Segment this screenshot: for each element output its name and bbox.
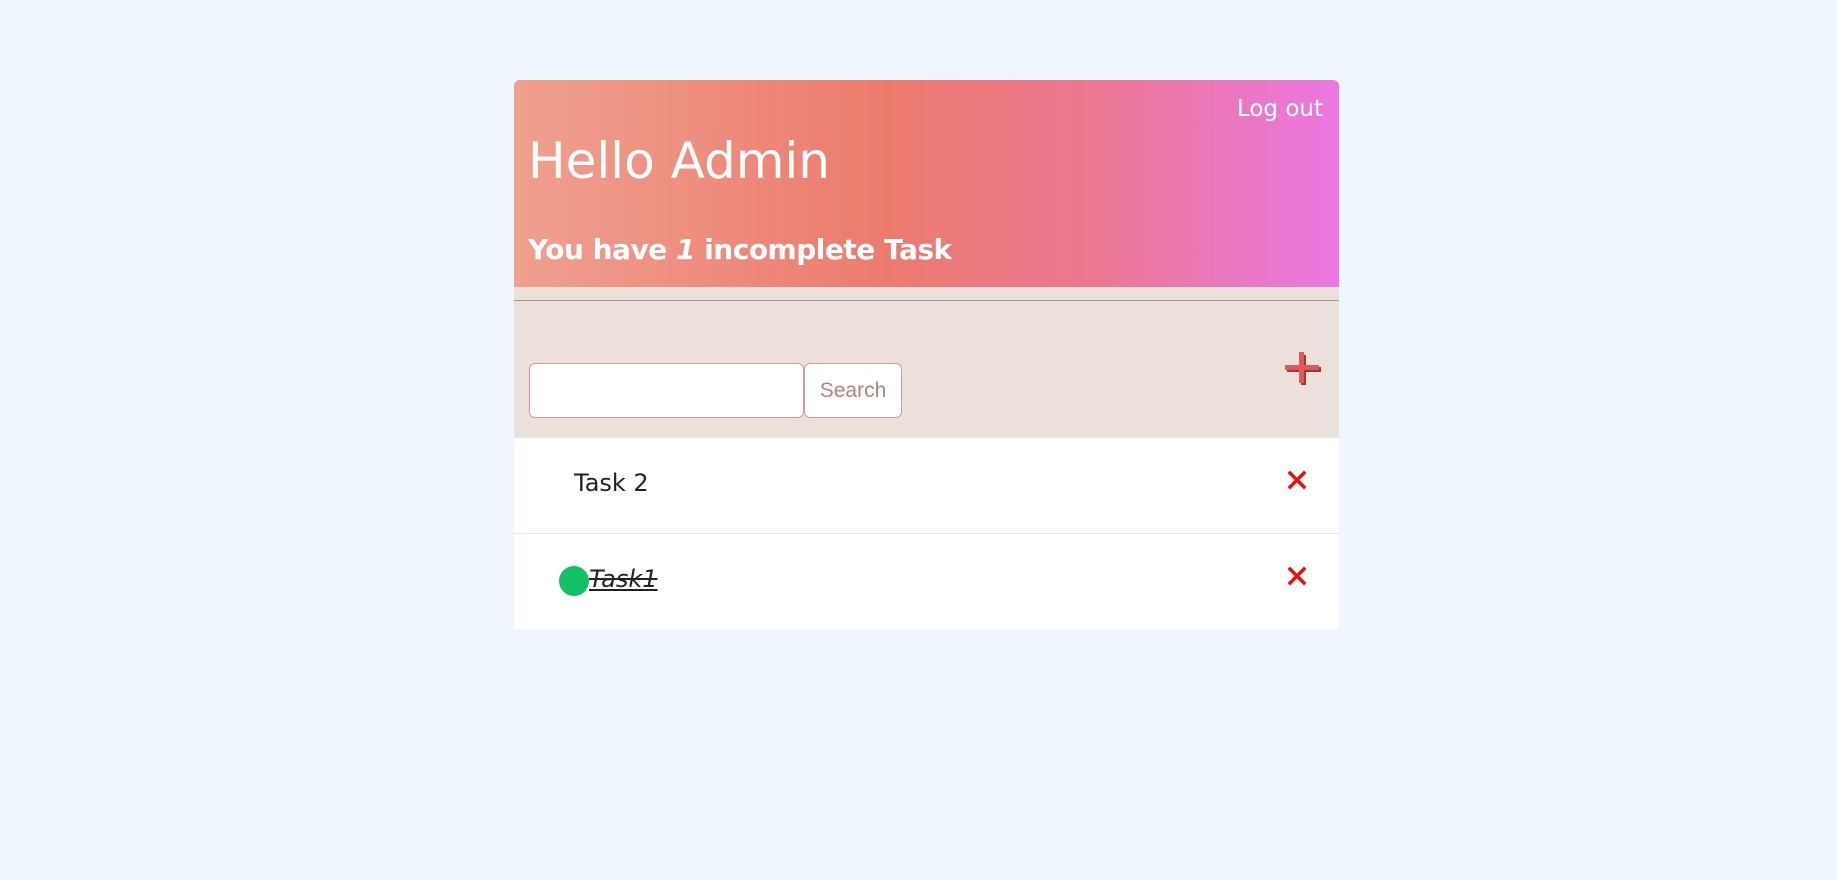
task-label[interactable]: Task 2	[574, 469, 649, 497]
search-button[interactable]: Search	[804, 363, 902, 418]
greeting-title: Hello Admin	[528, 132, 830, 190]
logout-link[interactable]: Log out	[1237, 96, 1323, 122]
header: Log out Hello Admin You have 1 incomplet…	[514, 80, 1339, 287]
summary-prefix: You have	[528, 233, 667, 266]
plus-icon[interactable]	[1283, 348, 1323, 388]
todo-card: Log out Hello Admin You have 1 incomplet…	[514, 80, 1339, 630]
search-input[interactable]	[529, 363, 804, 418]
summary-suffix: incomplete Task	[704, 233, 952, 266]
delete-icon[interactable]	[1285, 564, 1309, 588]
toolbar: Search	[514, 287, 1339, 438]
delete-icon[interactable]	[1285, 468, 1309, 492]
task-label[interactable]: Task1	[589, 565, 658, 593]
task-summary: You have 1 incomplete Task	[528, 233, 952, 266]
divider	[514, 300, 1339, 301]
incomplete-count: 1	[675, 233, 695, 266]
task-list: Task 2 Task1	[514, 438, 1339, 629]
task-row[interactable]: Task 2	[514, 438, 1339, 533]
task-row[interactable]: Task1	[514, 533, 1339, 629]
complete-indicator[interactable]	[559, 566, 589, 596]
